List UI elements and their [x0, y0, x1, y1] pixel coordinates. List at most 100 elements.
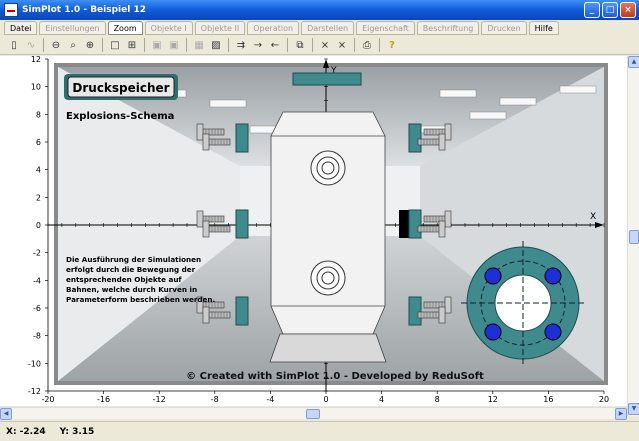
plot-area[interactable]: X Y -20 -16 -12 -8 -4 0 4 8 12 16 20 -12 -10 -8 -6 -4 -2 0 2… [0, 56, 627, 406]
help-icon[interactable]: ? [384, 37, 400, 53]
horizontal-scroll-thumb[interactable] [306, 409, 320, 419]
curve-icon[interactable]: ∿ [23, 37, 39, 53]
paste-frame-icon[interactable]: ▣ [166, 37, 182, 53]
calculator-icon[interactable]: ▯ [6, 37, 22, 53]
ceiling-light [209, 99, 247, 108]
maximize-button[interactable]: □ [602, 2, 618, 18]
tab-datei[interactable]: Datei [4, 21, 38, 35]
frame-icon[interactable]: □ [107, 37, 123, 53]
menu-bar: Datei Einstellungen Zoom Objekte I Objek… [0, 20, 639, 36]
toolbar-separator [102, 38, 103, 52]
lower-nozzle [310, 260, 346, 296]
x-tick-label: 20 [599, 395, 609, 404]
copyright-footer: © Created with SimPlot 1.0 - Developed b… [186, 371, 484, 382]
scroll-down-button[interactable]: ▼ [628, 403, 639, 415]
x-tick-label: -16 [97, 395, 110, 404]
flange-gasket [399, 210, 409, 238]
pressure-vessel [269, 72, 387, 363]
flange-plate [408, 296, 422, 326]
tab-operation[interactable]: Operation [247, 21, 300, 35]
flange-plate [235, 296, 249, 326]
zoom-icon[interactable]: ⌕ [65, 37, 81, 53]
description-line: erfolgt durch die Bewegung der [66, 265, 196, 274]
tab-einstellungen[interactable]: Einstellungen [39, 21, 106, 35]
x-tick-label: 0 [323, 395, 328, 404]
status-y-coordinate: Y: 3.15 [59, 426, 95, 437]
image-icon[interactable]: ▨ [208, 37, 224, 53]
zoom-out-icon[interactable]: ⊖ [48, 37, 64, 53]
tab-zoom[interactable]: Zoom [107, 21, 143, 35]
x-axis-label: X [590, 212, 596, 222]
y-tick-label: -4 [33, 276, 41, 285]
export-icon[interactable]: ⇉ [233, 37, 249, 53]
status-bar: X: -2.24 Y: 3.15 [0, 421, 639, 441]
flange-plate [408, 123, 422, 153]
horizontal-scrollbar[interactable]: ◀ ▶ [0, 407, 627, 420]
y-tick-label: 4 [36, 166, 41, 175]
arrow-right-icon[interactable]: → [250, 37, 266, 53]
top-plate [292, 72, 362, 86]
tab-hilfe[interactable]: Hilfe [528, 21, 559, 35]
ceiling-light [439, 89, 477, 98]
zoom-in-icon[interactable]: ⊕ [82, 37, 98, 53]
ceiling-light [559, 85, 597, 94]
plot-subtitle: Explosions-Schema [66, 111, 174, 122]
description-line: Parameterform beschrieben werden. [66, 295, 215, 304]
ceiling-light [499, 97, 537, 106]
window-title: SimPlot 1.0 - Beispiel 12 [22, 5, 146, 15]
minimize-button[interactable]: _ [584, 2, 600, 18]
tab-darstellen[interactable]: Darstellen [301, 21, 355, 35]
toolbar-separator [287, 38, 288, 52]
grid-icon[interactable]: ⊞ [124, 37, 140, 53]
y-tick-label: -12 [28, 387, 41, 396]
delete-all-icon[interactable]: ⨯ [334, 37, 350, 53]
tab-beschriftung[interactable]: Beschriftung [416, 21, 480, 35]
toolbar-separator [228, 38, 229, 52]
title-bar: SimPlot 1.0 - Beispiel 12 _ □ × [0, 0, 639, 20]
description-line: Die Ausführung der Simulationen [66, 255, 201, 264]
description-line: Bahnen, welche durch Kurven in [66, 285, 197, 294]
toolbar-separator [144, 38, 145, 52]
y-tick-label: 8 [36, 110, 41, 119]
tab-objekte-2[interactable]: Objekte II [194, 21, 246, 35]
toolbar-separator [379, 38, 380, 52]
printer-icon[interactable]: ⎙ [359, 37, 375, 53]
ceiling-light [469, 111, 507, 120]
flange-plate [235, 123, 249, 153]
x-tick-label: -4 [266, 395, 274, 404]
scroll-right-button[interactable]: ▶ [615, 408, 627, 420]
y-tick-label: -10 [28, 359, 41, 368]
tab-drucken[interactable]: Drucken [481, 21, 527, 35]
vessel-body [270, 111, 386, 335]
y-tick-label: -6 [33, 304, 41, 313]
x-tick-label: 12 [488, 395, 498, 404]
x-tick-label: 16 [543, 395, 553, 404]
delete-icon[interactable]: ⨯ [317, 37, 333, 53]
y-tick-label: 10 [31, 83, 41, 92]
copy-frame-icon[interactable]: ▣ [149, 37, 165, 53]
tab-objekte-1[interactable]: Objekte I [144, 21, 193, 35]
y-tick-label: 6 [36, 138, 41, 147]
arrow-left-icon[interactable]: ← [267, 37, 283, 53]
table-icon[interactable]: ▦ [191, 37, 207, 53]
x-tick-label: -20 [41, 395, 54, 404]
toolbar: ▯ ∿ ⊖ ⌕ ⊕ □ ⊞ ▣ ▣ ▦ ▨ ⇉ → ← ⧉ ⨯ ⨯ ⎙ ? [0, 36, 639, 55]
tab-eigenschaft[interactable]: Eigenschaft [356, 21, 415, 35]
close-button[interactable]: × [620, 2, 636, 18]
plot-title: Druckspeicher [72, 81, 169, 95]
toolbar-separator [186, 38, 187, 52]
vertical-scrollbar[interactable]: ▲ ▼ [627, 56, 639, 416]
copy-icon[interactable]: ⧉ [292, 37, 308, 53]
toolbar-separator [312, 38, 313, 52]
x-tick-label: -12 [153, 395, 166, 404]
flange-plate [408, 209, 422, 239]
scroll-left-button[interactable]: ◀ [0, 408, 12, 420]
y-tick-label: -2 [33, 249, 41, 258]
toolbar-separator [354, 38, 355, 52]
status-x-coordinate: X: -2.24 [6, 426, 46, 437]
vertical-scroll-thumb[interactable] [629, 230, 639, 244]
plot-canvas[interactable]: XY-20 -16 -12 -8 -4 0 4 8 12 16 20-12-10-8-6-4-202… [0, 56, 627, 406]
scroll-up-button[interactable]: ▲ [628, 56, 639, 68]
description-line: entsprechenden Objekte auf [66, 275, 182, 284]
app-icon [4, 3, 18, 17]
